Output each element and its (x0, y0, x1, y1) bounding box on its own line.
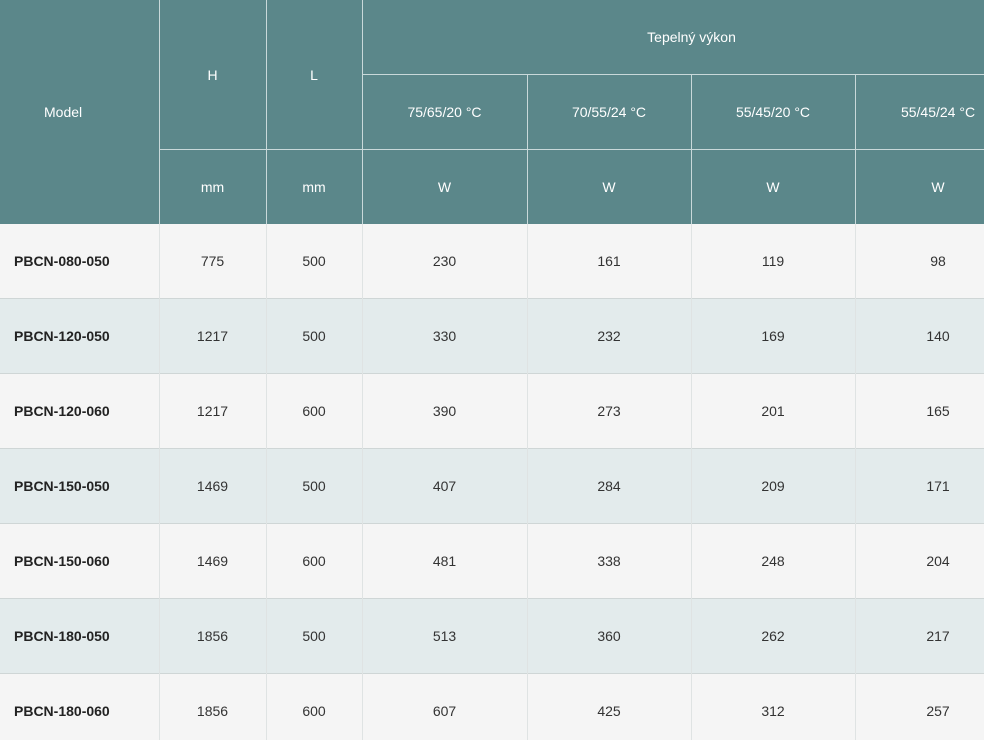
unit-l: mm (266, 149, 363, 224)
cell-power: 607 (362, 673, 528, 740)
cell-power: 284 (527, 448, 692, 524)
cell-power: 273 (527, 373, 692, 449)
header-temp-3: 55/45/20 °C (691, 74, 856, 150)
cell-power: 407 (362, 448, 528, 524)
cell-h: 1217 (159, 373, 267, 449)
cell-power: 232 (527, 298, 692, 374)
cell-model: PBCN-150-050 (0, 448, 160, 524)
cell-power: 248 (691, 523, 856, 599)
header-l: L (266, 0, 363, 150)
cell-l: 600 (266, 673, 363, 740)
cell-l: 500 (266, 448, 363, 524)
unit-h: mm (159, 149, 267, 224)
cell-h: 1856 (159, 673, 267, 740)
cell-power: 204 (855, 523, 984, 599)
table-header: Model H L Tepelný výkon 75/65/20 °C 70/5… (0, 0, 984, 224)
table-container: Model H L Tepelný výkon 75/65/20 °C 70/5… (0, 0, 984, 740)
table-body: PBCN-080-050 775 500 230 161 119 98 PBCN… (0, 224, 984, 740)
cell-power: 330 (362, 298, 528, 374)
cell-h: 1469 (159, 448, 267, 524)
cell-power: 360 (527, 598, 692, 674)
header-model: Model (0, 0, 160, 224)
header-heat-output: Tepelný výkon (362, 0, 984, 75)
cell-model: PBCN-120-060 (0, 373, 160, 449)
cell-power: 209 (691, 448, 856, 524)
cell-power: 513 (362, 598, 528, 674)
cell-power: 140 (855, 298, 984, 374)
table-row: PBCN-080-050 775 500 230 161 119 98 (0, 224, 984, 299)
header-temp-1: 75/65/20 °C (362, 74, 528, 150)
cell-power: 481 (362, 523, 528, 599)
cell-l: 600 (266, 373, 363, 449)
cell-power: 119 (691, 224, 856, 299)
cell-power: 338 (527, 523, 692, 599)
cell-l: 600 (266, 523, 363, 599)
table-row: PBCN-180-060 1856 600 607 425 312 257 (0, 673, 984, 740)
unit-power-2: W (527, 149, 692, 224)
cell-model: PBCN-150-060 (0, 523, 160, 599)
unit-power-1: W (362, 149, 528, 224)
cell-power: 165 (855, 373, 984, 449)
cell-h: 1856 (159, 598, 267, 674)
table-row: PBCN-120-050 1217 500 330 232 169 140 (0, 298, 984, 374)
cell-power: 98 (855, 224, 984, 299)
table-row: PBCN-150-050 1469 500 407 284 209 171 (0, 448, 984, 524)
table-row: PBCN-120-060 1217 600 390 273 201 165 (0, 373, 984, 449)
header-temp-2: 70/55/24 °C (527, 74, 692, 150)
cell-l: 500 (266, 224, 363, 299)
cell-power: 257 (855, 673, 984, 740)
cell-power: 217 (855, 598, 984, 674)
cell-l: 500 (266, 598, 363, 674)
cell-power: 312 (691, 673, 856, 740)
unit-power-3: W (691, 149, 856, 224)
cell-power: 390 (362, 373, 528, 449)
cell-model: PBCN-080-050 (0, 224, 160, 299)
cell-h: 775 (159, 224, 267, 299)
cell-h: 1469 (159, 523, 267, 599)
header-temp-4: 55/45/24 °C (855, 74, 984, 150)
cell-power: 425 (527, 673, 692, 740)
table-row: PBCN-150-060 1469 600 481 338 248 204 (0, 523, 984, 599)
cell-power: 161 (527, 224, 692, 299)
unit-power-4: W (855, 149, 984, 224)
table-row: PBCN-180-050 1856 500 513 360 262 217 (0, 598, 984, 674)
cell-power: 201 (691, 373, 856, 449)
cell-l: 500 (266, 298, 363, 374)
cell-power: 171 (855, 448, 984, 524)
cell-model: PBCN-180-050 (0, 598, 160, 674)
header-h: H (159, 0, 267, 150)
cell-power: 169 (691, 298, 856, 374)
cell-power: 262 (691, 598, 856, 674)
specs-table: Model H L Tepelný výkon 75/65/20 °C 70/5… (0, 0, 984, 740)
cell-h: 1217 (159, 298, 267, 374)
cell-model: PBCN-120-050 (0, 298, 160, 374)
cell-model: PBCN-180-060 (0, 673, 160, 740)
cell-power: 230 (362, 224, 528, 299)
